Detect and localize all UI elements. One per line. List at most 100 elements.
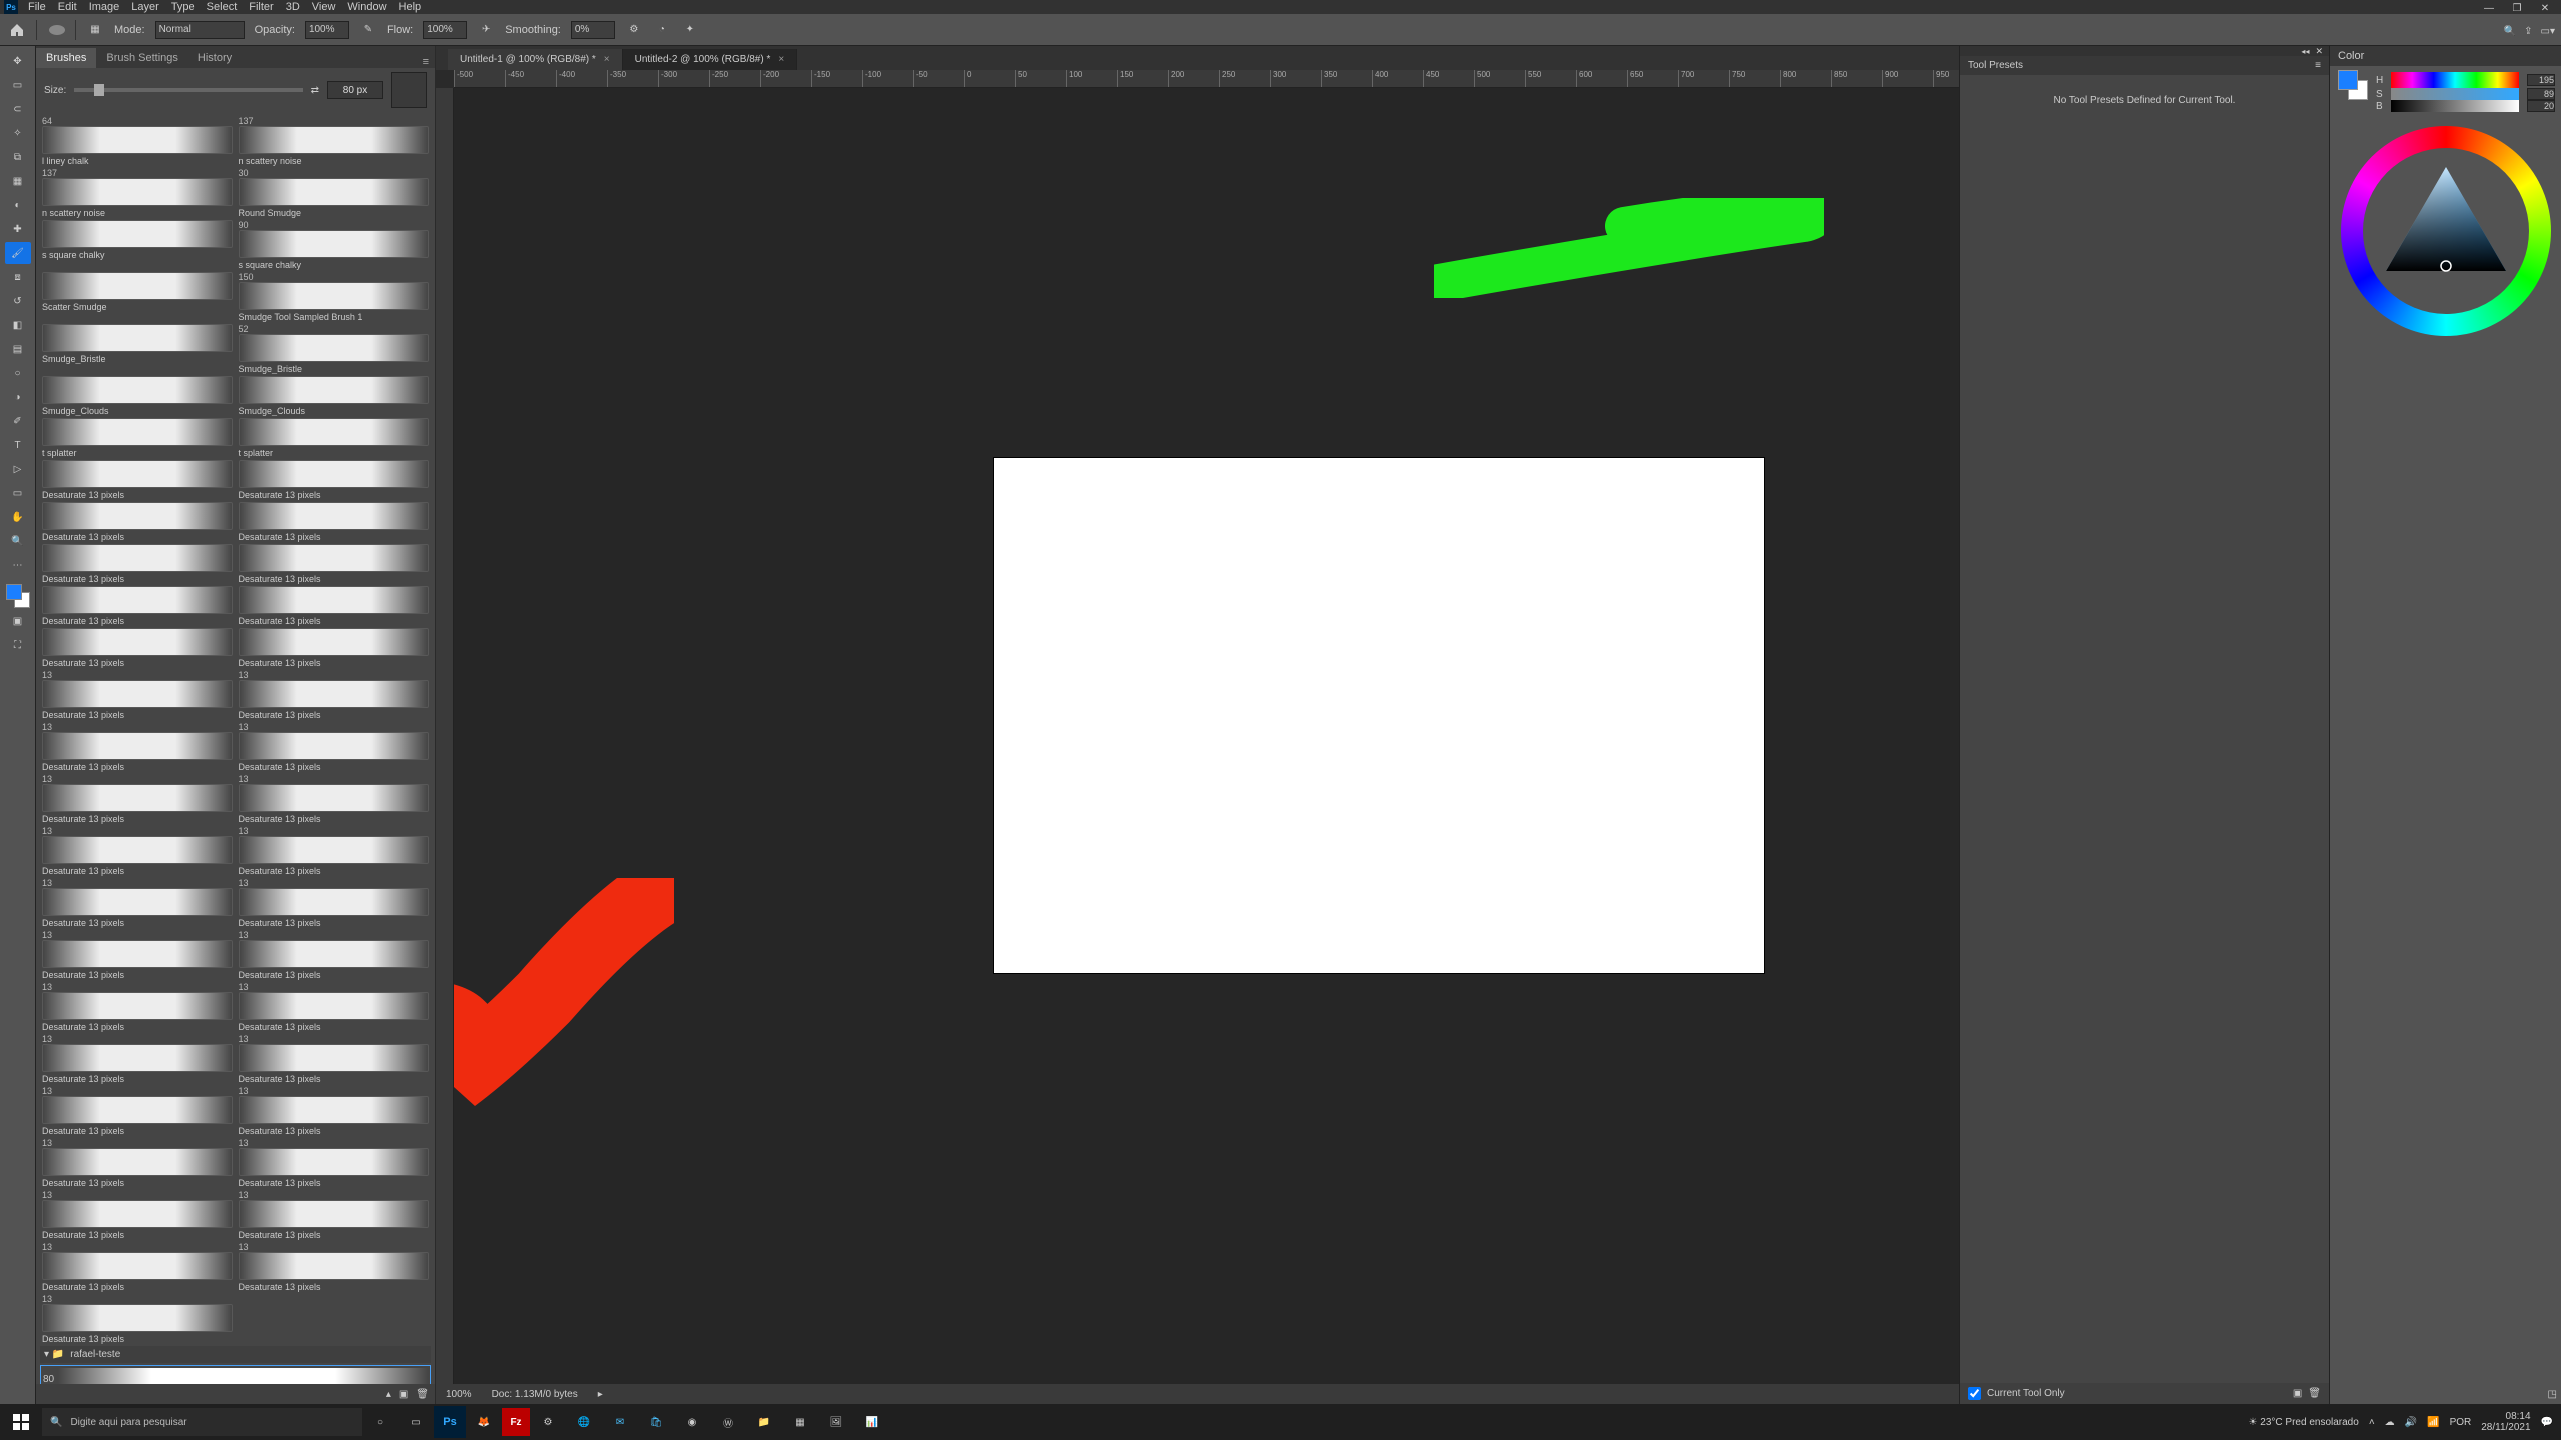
brush-item[interactable]: 90s square chalky xyxy=(237,220,432,270)
eyedropper-tool[interactable]: ◐ xyxy=(5,194,31,216)
brush-item[interactable]: 13Desaturate 13 pixels xyxy=(237,982,432,1032)
brush-item[interactable]: 13Desaturate 13 pixels xyxy=(237,930,432,980)
brush-item[interactable]: 30Round Smudge xyxy=(237,168,432,218)
photoshop-taskbar-icon[interactable]: Ps xyxy=(434,1406,466,1438)
tab-close-icon[interactable]: × xyxy=(778,54,784,65)
trash-icon[interactable]: 🗑 xyxy=(416,1389,429,1400)
airbrush-icon[interactable]: ✈ xyxy=(477,21,495,39)
menu-edit[interactable]: Edit xyxy=(52,1,83,13)
shape-tool[interactable]: ▭ xyxy=(5,482,31,504)
brush-tip-caret[interactable]: ▴ xyxy=(386,1389,391,1400)
menu-window[interactable]: Window xyxy=(341,1,392,13)
brush-item[interactable]: 137n scattery noise xyxy=(40,168,235,218)
ruler-horizontal[interactable]: -500-450-400-350-300-250-200-150-100-500… xyxy=(454,70,1959,88)
move-tool[interactable]: ✥ xyxy=(5,50,31,72)
menu-layer[interactable]: Layer xyxy=(125,1,165,13)
sat-slider[interactable] xyxy=(2391,88,2519,100)
bri-slider[interactable] xyxy=(2391,100,2519,112)
brush-grid[interactable]: 64l liney chalk137n scattery noise137n s… xyxy=(36,112,435,1384)
brush-item[interactable]: Scatter Smudge xyxy=(40,272,235,322)
brush-item[interactable]: 13Desaturate 13 pixels xyxy=(40,826,235,876)
flow-input[interactable] xyxy=(423,21,467,39)
maximize-button[interactable]: ❐ xyxy=(2505,2,2529,14)
screenmode-tool[interactable]: ⛶ xyxy=(5,634,31,656)
tab-history[interactable]: History xyxy=(188,48,242,68)
brush-item[interactable]: Smudge_Clouds xyxy=(40,376,235,416)
notifications-icon[interactable]: 💬 xyxy=(2541,1417,2553,1428)
menu-select[interactable]: Select xyxy=(201,1,244,13)
explorer-icon[interactable]: 📁 xyxy=(746,1404,782,1440)
brush-item[interactable]: Desaturate 13 pixels xyxy=(237,586,432,626)
collapse-icon[interactable]: ◂◂ xyxy=(2301,47,2309,56)
menu-help[interactable]: Help xyxy=(393,1,428,13)
path-tool[interactable]: ▷ xyxy=(5,458,31,480)
frame-tool[interactable]: ▦ xyxy=(5,170,31,192)
expand-icon[interactable]: ◳ xyxy=(2330,1385,2561,1404)
size-input[interactable] xyxy=(327,81,383,99)
firefox-icon[interactable]: 🦊 xyxy=(466,1404,502,1440)
brush-item[interactable]: 13Desaturate 13 pixels xyxy=(40,1138,235,1188)
store-icon[interactable]: 🛍 xyxy=(638,1404,674,1440)
brush-preset-icon[interactable] xyxy=(47,21,65,39)
menu-filter[interactable]: Filter xyxy=(243,1,279,13)
workspace-switcher-icon[interactable]: ▭▾ xyxy=(2541,26,2555,37)
weather-widget[interactable]: ☀ 23°C Pred ensolarado xyxy=(2249,1417,2359,1428)
menu-view[interactable]: View xyxy=(306,1,342,13)
brush-item[interactable]: 13Desaturate 13 pixels xyxy=(237,878,432,928)
menu-3d[interactable]: 3D xyxy=(280,1,306,13)
color-swatch[interactable] xyxy=(6,584,30,608)
lang-icon[interactable]: POR xyxy=(2450,1417,2472,1428)
brush-item[interactable]: 13Desaturate 13 pixels xyxy=(237,774,432,824)
brush-item[interactable]: Desaturate 13 pixels xyxy=(40,460,235,500)
menu-file[interactable]: File xyxy=(22,1,52,13)
color-foreground-background[interactable] xyxy=(2338,70,2368,100)
brush-item[interactable]: 13Desaturate 13 pixels xyxy=(237,1190,432,1240)
stamp-tool[interactable]: ⧈ xyxy=(5,266,31,288)
b-input[interactable] xyxy=(2527,100,2555,112)
delete-preset-icon[interactable]: 🗑 xyxy=(2308,1388,2321,1399)
crop-tool[interactable]: ⧉ xyxy=(5,146,31,168)
h-input[interactable] xyxy=(2527,74,2555,86)
brush-item[interactable]: Desaturate 13 pixels xyxy=(40,586,235,626)
brush-item[interactable]: 13Desaturate 13 pixels xyxy=(40,774,235,824)
more-tools[interactable]: ⋯ xyxy=(5,554,31,576)
brush-angle-icon[interactable]: ◔ xyxy=(653,21,671,39)
start-button[interactable] xyxy=(0,1404,42,1440)
new-brush-preview[interactable] xyxy=(391,72,427,108)
brush-item[interactable]: t splatter xyxy=(237,418,432,458)
app-icon-3[interactable]: ▦ xyxy=(782,1404,818,1440)
ruler-vertical[interactable] xyxy=(436,88,454,1384)
tab-close-icon[interactable]: × xyxy=(604,54,610,65)
brush-item[interactable]: 13Desaturate 13 pixels xyxy=(237,1034,432,1084)
brush-item[interactable]: Desaturate 13 pixels xyxy=(40,544,235,584)
settings-icon[interactable]: ⚙ xyxy=(530,1404,566,1440)
cloud-icon[interactable]: ☁ xyxy=(2385,1417,2395,1428)
eraser-tool[interactable]: ◧ xyxy=(5,314,31,336)
size-slider[interactable] xyxy=(74,88,302,92)
smoothing-gear-icon[interactable]: ⚙ xyxy=(625,21,643,39)
brush-item[interactable]: 13Desaturate 13 pixels xyxy=(237,722,432,772)
brush-item[interactable]: Desaturate 13 pixels xyxy=(237,460,432,500)
canvas-viewport[interactable] xyxy=(454,88,1959,1384)
current-tool-only-check[interactable] xyxy=(1968,1387,1981,1400)
brush-item[interactable]: 52Smudge_Bristle xyxy=(237,324,432,374)
mail-icon[interactable]: ✉ xyxy=(602,1404,638,1440)
menu-image[interactable]: Image xyxy=(83,1,126,13)
brush-item[interactable]: 13Desaturate 13 pixels xyxy=(237,1086,432,1136)
brush-item[interactable]: 13Desaturate 13 pixels xyxy=(40,930,235,980)
brush-item[interactable] xyxy=(237,1294,432,1344)
panel-menu-icon[interactable]: ≡ xyxy=(417,56,435,68)
brush-item[interactable]: Desaturate 13 pixels xyxy=(40,628,235,668)
hue-slider[interactable] xyxy=(2391,72,2519,88)
opacity-input[interactable] xyxy=(305,21,349,39)
doc-info[interactable]: Doc: 1.13M/0 bytes xyxy=(492,1389,578,1400)
s-input[interactable] xyxy=(2527,88,2555,100)
opacity-pressure-icon[interactable]: ✎ xyxy=(359,21,377,39)
brush-item[interactable]: 13Desaturate 13 pixels xyxy=(40,1034,235,1084)
tab-brush-settings[interactable]: Brush Settings xyxy=(96,48,188,68)
wand-tool[interactable]: ✧ xyxy=(5,122,31,144)
brush-item[interactable]: 13Desaturate 13 pixels xyxy=(40,1294,235,1344)
brush-folder[interactable]: ▾ 📁 rafael-teste xyxy=(40,1346,431,1363)
brush-item[interactable]: 64l liney chalk xyxy=(40,116,235,166)
brush-item[interactable]: 13Desaturate 13 pixels xyxy=(40,1086,235,1136)
